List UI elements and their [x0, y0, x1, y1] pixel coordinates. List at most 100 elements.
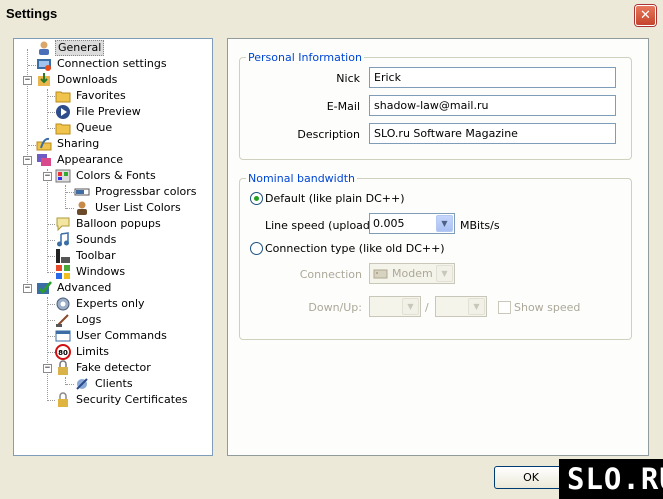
fake-detector-expander[interactable]: −: [43, 364, 52, 373]
tree-item-user-list-colors[interactable]: User List Colors: [74, 200, 183, 216]
chevron-down-icon[interactable]: ▼: [402, 298, 419, 315]
close-icon: ✕: [640, 8, 651, 23]
tree-connector: [48, 128, 55, 129]
tree-item-favorites[interactable]: Favorites: [55, 88, 128, 104]
chevron-down-icon[interactable]: ▼: [436, 265, 453, 282]
tree-item-fake-detector[interactable]: Fake detector: [55, 360, 153, 376]
tree-item-balloon-popups[interactable]: Balloon popups: [55, 216, 163, 232]
palette-icon: [55, 168, 71, 184]
tree-connector: [48, 352, 55, 353]
advanced-expander[interactable]: −: [23, 284, 32, 293]
fake-detector-icon: [55, 360, 71, 376]
title-bar: Settings ✕: [0, 0, 663, 30]
logs-icon: [55, 312, 71, 328]
tree-item-advanced[interactable]: Advanced: [36, 280, 113, 296]
tree-connector: [66, 208, 74, 209]
tree-connector: [48, 272, 55, 273]
folder-icon: [55, 88, 71, 104]
general-settings-panel: Personal Information Nick E-Mail Descrip…: [227, 38, 649, 456]
up-speed-combo[interactable]: ▼: [435, 296, 487, 317]
down-speed-combo[interactable]: ▼: [369, 296, 421, 317]
tree-item-appearance[interactable]: Appearance: [36, 152, 125, 168]
advanced-icon: [36, 280, 52, 296]
line-speed-label: Line speed (upload): [265, 219, 375, 232]
chevron-down-icon[interactable]: ▼: [436, 215, 453, 232]
tree-connector: [66, 384, 74, 385]
line-speed-combo[interactable]: 0.005 ▼: [369, 213, 455, 234]
balloon-icon: [55, 216, 71, 232]
tree-item-general[interactable]: General: [36, 40, 105, 56]
slo-ru-watermark: SLO.RU: [559, 459, 663, 499]
appearance-expander[interactable]: −: [23, 156, 32, 165]
tree-connector: [48, 320, 55, 321]
tree-connector: [48, 304, 55, 305]
tree-connector: [48, 112, 55, 113]
toolbar-icon: [55, 248, 71, 264]
colors-fonts-expander[interactable]: −: [43, 172, 52, 181]
tree-connector: [47, 297, 48, 401]
tree-connector: [27, 49, 28, 289]
speed-limit-icon: 80: [55, 344, 71, 360]
tree-item-limits[interactable]: 80 Limits: [55, 344, 111, 360]
tree-connector: [48, 240, 55, 241]
tree-item-connection-settings[interactable]: Connection settings: [36, 56, 169, 72]
tree-connector: [65, 185, 66, 209]
tree-item-progressbar-colors[interactable]: Progressbar colors: [74, 184, 199, 200]
tree-item-toolbar[interactable]: Toolbar: [55, 248, 118, 264]
tree-item-file-preview[interactable]: File Preview: [55, 104, 143, 120]
settings-tree[interactable]: − − − − − General Connection settings Do…: [13, 38, 213, 456]
connection-type-radio[interactable]: [250, 242, 263, 255]
watermark-text: SLO.RU: [567, 462, 663, 496]
tree-item-experts-only[interactable]: Experts only: [55, 296, 147, 312]
clients-icon: [74, 376, 90, 392]
music-note-icon: [55, 232, 71, 248]
window-title: Settings: [6, 6, 58, 21]
email-input[interactable]: [369, 95, 616, 116]
tree-item-clients[interactable]: Clients: [74, 376, 135, 392]
show-speed-label[interactable]: Show speed: [514, 301, 580, 314]
tree-connector: [47, 169, 48, 273]
show-speed-checkbox[interactable]: [498, 301, 511, 314]
tree-item-colors-fonts[interactable]: Colors & Fonts: [55, 168, 158, 184]
tree-item-downloads[interactable]: Downloads: [36, 72, 119, 88]
downloads-expander[interactable]: −: [23, 76, 32, 85]
tree-item-queue[interactable]: Queue: [55, 120, 114, 136]
appearance-icon: [36, 152, 52, 168]
description-input[interactable]: [369, 123, 616, 144]
chevron-down-icon[interactable]: ▼: [468, 298, 485, 315]
tree-item-sharing[interactable]: Sharing: [36, 136, 101, 152]
svg-text:80: 80: [58, 349, 68, 357]
windows-icon: [55, 264, 71, 280]
nick-input[interactable]: [369, 67, 616, 88]
tree-connector: [48, 96, 55, 97]
progressbar-icon: [74, 184, 90, 200]
tree-connector: [48, 256, 55, 257]
personal-information-legend: Personal Information: [248, 51, 362, 64]
network-icon: [36, 56, 52, 72]
default-bandwidth-label[interactable]: Default (like plain DC++): [265, 192, 405, 205]
tree-item-logs[interactable]: Logs: [55, 312, 103, 328]
downloads-icon: [36, 72, 52, 88]
connection-type-label[interactable]: Connection type (like old DC++): [265, 242, 445, 255]
tree-connector: [48, 336, 55, 337]
modem-icon: [373, 266, 388, 284]
close-button[interactable]: ✕: [635, 5, 656, 26]
tree-item-sounds[interactable]: Sounds: [55, 232, 118, 248]
folder-icon: [55, 120, 71, 136]
tree-item-security-certificates[interactable]: Security Certificates: [55, 392, 190, 408]
nominal-bandwidth-legend: Nominal bandwidth: [248, 172, 355, 185]
tree-connector: [28, 65, 36, 66]
sharing-icon: [36, 136, 52, 152]
tree-item-windows[interactable]: Windows: [55, 264, 127, 280]
connection-combo[interactable]: Modem ▼: [369, 263, 455, 284]
tree-item-user-commands[interactable]: User Commands: [55, 328, 169, 344]
tree-connector: [48, 224, 55, 225]
description-label: Description: [297, 128, 360, 141]
tree-connector: [47, 89, 48, 129]
tree-connector: [48, 400, 55, 401]
settings-window: Settings ✕ − − − − − General Connection …: [0, 0, 663, 499]
down-up-separator: /: [425, 301, 429, 314]
ok-button[interactable]: OK: [494, 466, 568, 489]
default-bandwidth-radio[interactable]: [250, 192, 263, 205]
lock-icon: [55, 392, 71, 408]
